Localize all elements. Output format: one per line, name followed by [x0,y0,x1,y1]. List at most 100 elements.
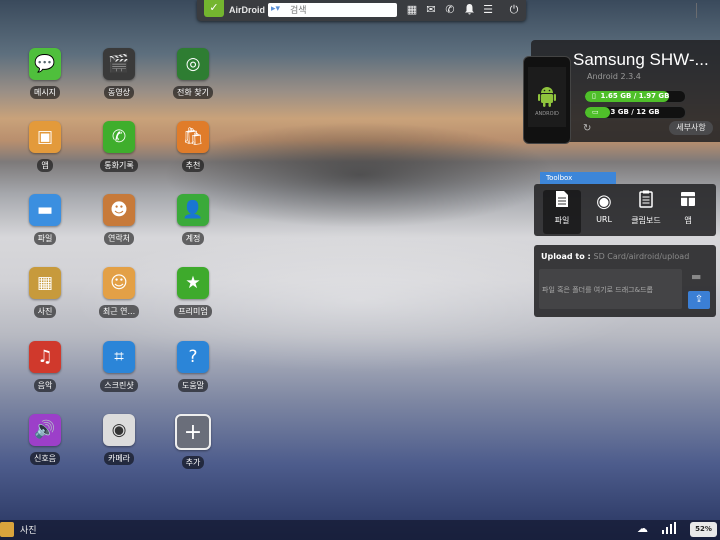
app-label: 파일 [33,232,57,245]
speaker-icon: 🔊 [29,414,61,446]
plus-icon: + [175,414,211,450]
app-radar[interactable]: ◎ 전화 찾기 [158,48,228,99]
app-label: 카메라 [103,452,135,465]
signal-icon [662,522,676,537]
upload-file-icon: ⇪ [694,294,704,305]
tool-url-button[interactable]: ◉ URL [585,190,623,234]
tool-app-label: 앱 [684,216,692,225]
upload-destination: Upload to : SD Card/airdroid/upload [541,252,689,261]
app-label: 동영상 [103,86,135,99]
app-label: 도움말 [177,379,209,392]
crop-icon: ⌗ [103,341,135,373]
music-note-icon: ♫ [29,341,61,373]
search-box[interactable]: ▸▾ [268,3,397,17]
bell-icon[interactable] [462,3,476,17]
app-label: 연락처 [103,232,135,245]
airdroid-logo[interactable]: ✓ AirDroid [201,0,265,21]
clipboard-icon [627,190,665,214]
app-person[interactable]: 👤 계정 [158,194,228,245]
app-chat-bubble[interactable]: 💬 메시지 [10,48,80,99]
app-crop[interactable]: ⌗ 스크린샷 [84,341,154,392]
photo-thumbnail-icon[interactable] [0,522,14,537]
internal-storage-text: 1.65 GB / 1.97 GB [600,92,670,100]
top-toolbar: ✓ AirDroid ▸▾ ▦ ✉ ✆ ☰ ⏻ [197,0,697,21]
app-recent-contacts[interactable]: ☺ 최근 연... [84,267,154,318]
toolbox-panel: 파일 ◉ URL 클립보드 앱 [534,184,716,236]
app-music-note[interactable]: ♫ 음악 [10,341,80,392]
app-help[interactable]: ? 도움말 [158,341,228,392]
toolbox-tab[interactable]: Toolbox [540,172,616,184]
app-speaker[interactable]: 🔊 신호음 [10,414,80,465]
phone-image: ANDROID [523,56,571,144]
drop-hint: 파일 혹은 폴더를 여기로 드래그&드롭 [542,286,653,294]
taskbar: 사진 ☁ 52% [0,520,720,540]
app-label: 프리미엄 [174,305,212,318]
app-clapperboard[interactable]: 🎬 동영상 [84,48,154,99]
sd-storage-bar: ▭ 3 GB / 12 GB [584,106,686,119]
details-button[interactable]: 세부사항 [669,121,713,135]
app-label: 메시지 [29,86,61,99]
app-label: 전화 찾기 [173,86,213,99]
recent-contacts-icon: ☺ [103,267,135,299]
upload-file-button[interactable]: ⇪ [688,291,710,309]
app-package[interactable]: ▣ 앱 [10,121,80,172]
app-shopping-bag[interactable]: 🛍 추천 [158,121,228,172]
taskbar-window-label[interactable]: 사진 [20,523,37,536]
package-icon: ▣ [29,121,61,153]
tool-app-button[interactable]: 앱 [669,190,707,234]
app-label: 통화기록 [100,159,138,172]
android-robot-icon [538,87,556,107]
app-star[interactable]: ★ 프리미엄 [158,267,228,318]
upload-to-label: Upload to : [541,252,591,261]
folder-icon: ▬ [29,194,61,226]
app-label: 계정 [181,232,205,245]
grid-icon[interactable]: ▦ [405,3,419,17]
chat-bubble-icon: 💬 [29,48,61,80]
app-label: 사진 [33,305,57,318]
search-engine-dropdown-icon[interactable]: ▸▾ [271,4,280,14]
mail-icon[interactable]: ✉ [424,3,438,17]
app-label: 추가 [181,456,205,469]
refresh-icon[interactable]: ↻ [583,123,591,134]
person-icon: 👤 [177,194,209,226]
app-box-icon [669,190,707,214]
toolbar-divider [696,3,697,18]
app-contact-book[interactable]: ☻ 연락처 [84,194,154,245]
logo-text: AirDroid [229,5,265,15]
phone-icon[interactable]: ✆ [443,3,457,17]
app-camera[interactable]: ◉ 카메라 [84,414,154,465]
android-version: Android 2.3.4 [587,72,641,81]
tool-clipboard-button[interactable]: 클립보드 [627,190,665,234]
contact-book-icon: ☻ [103,194,135,226]
clapperboard-icon: 🎬 [103,48,135,80]
camera-icon: ◉ [103,414,135,446]
app-phone[interactable]: ✆ 통화기록 [84,121,154,172]
upload-path[interactable]: SD Card/airdroid/upload [593,252,689,261]
tool-file-label: 파일 [554,216,570,225]
star-icon: ★ [177,267,209,299]
tool-url-label: URL [596,215,612,224]
shopping-bag-icon: 🛍 [177,121,209,153]
app-folder[interactable]: ▬ 파일 [10,194,80,245]
power-icon[interactable]: ⏻ [507,3,521,17]
phone-brand-text: ANDROID [535,111,559,117]
upload-panel: Upload to : SD Card/airdroid/upload 파일 혹… [534,245,716,317]
tool-file-button[interactable]: 파일 [543,190,581,234]
app-picture[interactable]: ▦ 사진 [10,267,80,318]
folder-icon[interactable]: ▬ [691,270,705,283]
device-name: Samsung SHW-... [573,50,709,69]
sd-storage-text: 3 GB / 12 GB [610,108,660,116]
app-label: 스크린샷 [100,379,138,392]
app-plus[interactable]: + 추가 [158,414,228,469]
search-input[interactable] [290,4,390,16]
drop-zone[interactable]: 파일 혹은 폴더를 여기로 드래그&드롭 [539,269,682,309]
app-label: 앱 [37,159,53,172]
battery-indicator: 52% [690,522,717,537]
cloud-sync-icon[interactable]: ☁ [637,522,648,535]
menu-icon[interactable]: ☰ [481,3,495,17]
app-label: 최근 연... [98,305,140,318]
help-icon: ? [177,341,209,373]
app-label: 음악 [33,379,57,392]
phone-icon: ✆ [103,121,135,153]
device-panel: ANDROID Samsung SHW-... Android 2.3.4 ▯ … [523,40,720,144]
